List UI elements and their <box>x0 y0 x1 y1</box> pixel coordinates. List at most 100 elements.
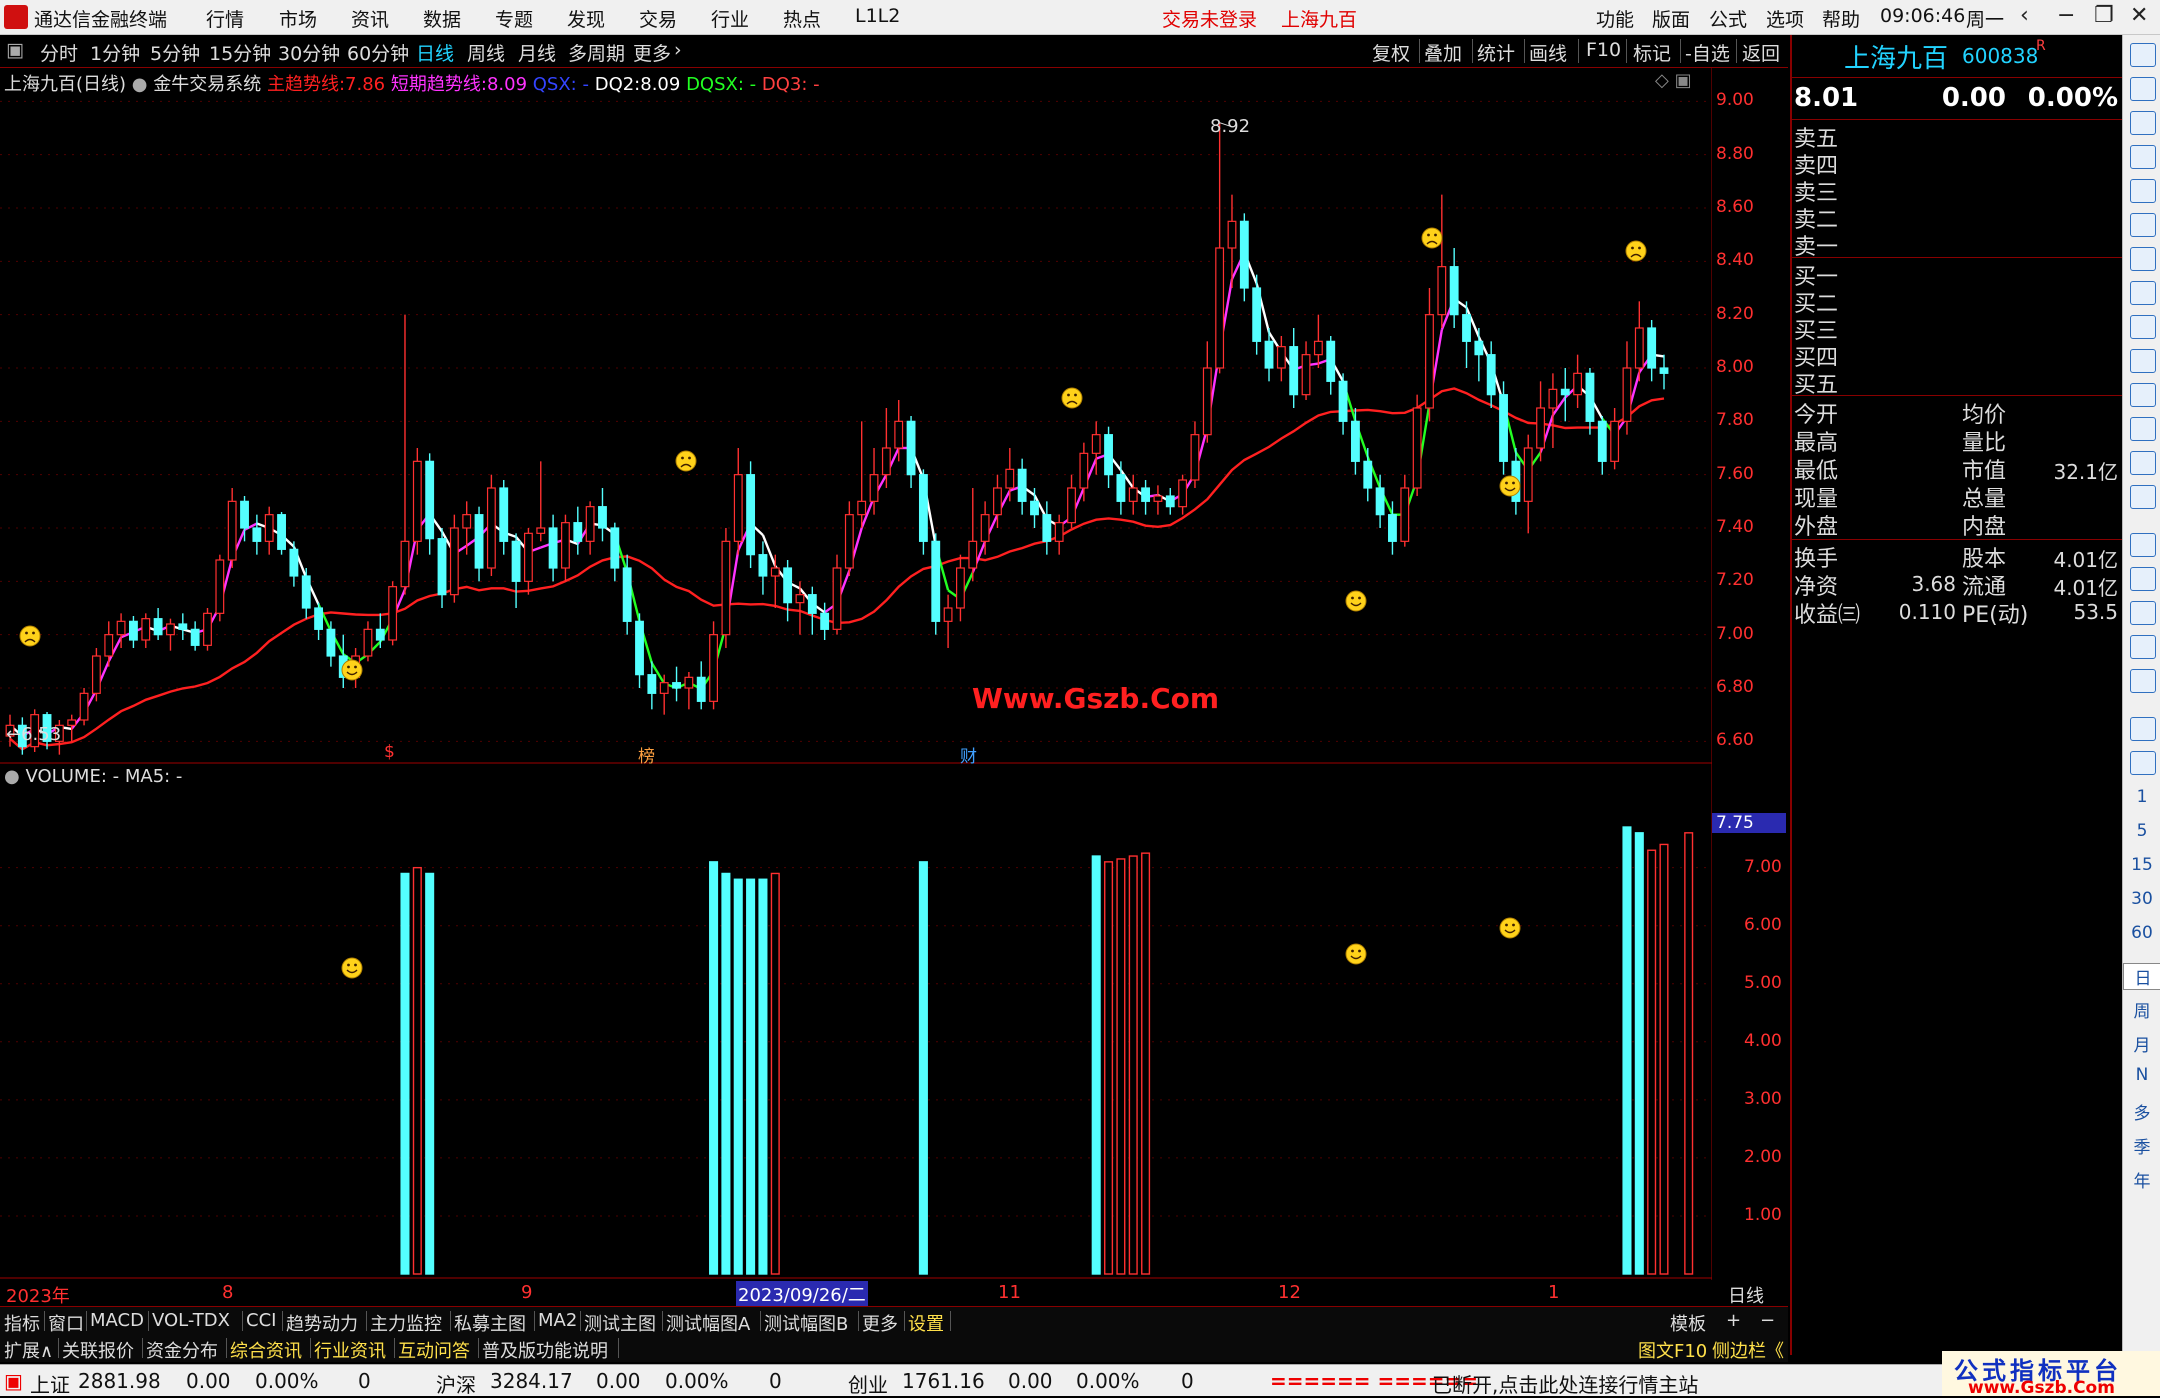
trade-login-status[interactable]: 交易未登录 <box>1162 5 1257 32</box>
formula-dropdown-icon[interactable]: ● <box>132 74 148 95</box>
close-icon[interactable]: ✕ <box>2130 3 2148 28</box>
f10-icon[interactable] <box>2130 315 2156 339</box>
side-period-5[interactable]: 5 <box>2123 821 2160 841</box>
event-cai-marker[interactable]: 财 <box>960 742 977 767</box>
side-tab[interactable]: 图文F10 <box>1638 1337 1707 1363</box>
indicator-tab[interactable]: 窗口 <box>48 1310 84 1336</box>
signal-smiley-icon[interactable] <box>1421 227 1443 249</box>
bell-icon[interactable] <box>2130 601 2156 625</box>
report-icon[interactable] <box>2130 349 2156 373</box>
period-tab[interactable]: 分时 <box>40 39 78 66</box>
signal-smiley-icon[interactable] <box>1625 240 1647 262</box>
formula-name[interactable]: 金牛交易系统 <box>153 74 261 95</box>
menu-item[interactable]: 选项 <box>1766 5 1804 32</box>
side-period-30[interactable]: 30 <box>2123 889 2160 909</box>
toolbar-action[interactable]: 标记 <box>1633 39 1671 66</box>
side-period-1[interactable]: 1 <box>2123 787 2160 807</box>
toolbar-action[interactable]: F10 <box>1586 39 1621 61</box>
move-icon[interactable] <box>2130 635 2156 659</box>
menu-item[interactable]: 公式 <box>1709 5 1747 32</box>
extension-tab[interactable]: 扩展∧ <box>4 1337 53 1363</box>
chart-settings-icon[interactable]: ◇ ▣ <box>1655 70 1692 91</box>
indicator-tab[interactable]: 更多 <box>862 1310 898 1336</box>
period-tab-more[interactable]: 更多 <box>633 39 671 66</box>
toolbar-action[interactable]: 返回 <box>1742 39 1780 66</box>
extension-tab[interactable]: 普及版功能说明 <box>482 1337 608 1363</box>
template-control[interactable]: − <box>1760 1310 1775 1331</box>
template-control[interactable]: + <box>1726 1310 1741 1331</box>
side-period-n[interactable]: N <box>2123 1065 2160 1085</box>
extension-tab[interactable]: 互动问答 <box>398 1337 470 1363</box>
menu-item[interactable]: 版面 <box>1652 5 1690 32</box>
extension-tab[interactable]: 综合资讯 <box>230 1337 302 1363</box>
signal-smiley-icon[interactable] <box>1345 943 1367 965</box>
extension-tab[interactable]: 关联报价 <box>62 1337 134 1363</box>
side-period-15[interactable]: 15 <box>2123 855 2160 875</box>
minimize-icon[interactable]: − <box>2057 3 2075 28</box>
kline-icon[interactable] <box>2130 247 2156 271</box>
menu-item[interactable]: 帮助 <box>1822 5 1860 32</box>
compare-icon[interactable] <box>2130 451 2156 475</box>
indicator-tab[interactable]: 测试幅图B <box>764 1310 848 1336</box>
volume-dropdown-icon[interactable]: ● <box>4 766 20 787</box>
index-name[interactable]: 上证 <box>30 1369 70 1398</box>
toolbar-action[interactable]: 复权 <box>1372 39 1410 66</box>
refresh-icon[interactable] <box>2130 751 2156 775</box>
index-name[interactable]: 创业 <box>848 1369 888 1398</box>
template-control[interactable]: 模板 <box>1670 1310 1706 1336</box>
quote-icon[interactable] <box>2130 145 2156 169</box>
indicator-tab[interactable]: MACD <box>90 1310 144 1331</box>
side-period-week[interactable]: 周 <box>2123 997 2160 1022</box>
menu-item[interactable]: 交易 <box>639 5 677 32</box>
period-tab[interactable]: 多周期 <box>568 39 625 66</box>
menu-item[interactable]: 行情 <box>206 5 244 32</box>
rsi-icon[interactable] <box>2130 567 2156 591</box>
signal-smiley-icon[interactable] <box>341 957 363 979</box>
menu-item[interactable]: 发现 <box>567 5 605 32</box>
menu-item[interactable]: 数据 <box>423 5 461 32</box>
line-chart-icon[interactable] <box>2130 213 2156 237</box>
side-period-multi[interactable]: 多 <box>2123 1099 2160 1124</box>
menu-item[interactable]: 市场 <box>279 5 317 32</box>
event-dollar-marker[interactable]: $ <box>384 742 395 762</box>
signal-smiley-icon[interactable] <box>341 659 363 681</box>
wave-icon[interactable] <box>2130 533 2156 557</box>
indicator-tab[interactable]: CCI <box>246 1310 276 1331</box>
side-period-quarter[interactable]: 季 <box>2123 1133 2160 1158</box>
news-icon[interactable] <box>2130 281 2156 305</box>
indicator-tab[interactable]: VOL-TDX <box>152 1310 230 1331</box>
back-icon[interactable]: ‹ <box>2020 3 2029 28</box>
pencil-icon[interactable] <box>2130 669 2156 693</box>
period-tab-selected[interactable]: 日线 <box>416 39 454 66</box>
index-name[interactable]: 沪深 <box>436 1369 476 1398</box>
event-bang-marker[interactable]: 榜 <box>638 742 655 767</box>
up-arrow-icon[interactable] <box>2130 77 2156 101</box>
toolbar-action[interactable]: 统计 <box>1477 39 1515 66</box>
side-period-month[interactable]: 月 <box>2123 1031 2160 1056</box>
menu-item[interactable]: 行业 <box>711 5 749 32</box>
side-period-60[interactable]: 60 <box>2123 923 2160 943</box>
down-arrow-icon[interactable] <box>2130 111 2156 135</box>
clock-icon[interactable] <box>2130 485 2156 509</box>
signal-smiley-icon[interactable] <box>1499 475 1521 497</box>
indicator-tab[interactable]: 私募主图 <box>454 1310 526 1336</box>
side-period-year[interactable]: 年 <box>2123 1167 2160 1192</box>
indicator-tab[interactable]: 趋势动力 <box>286 1310 358 1336</box>
restore-icon[interactable]: ❐ <box>2094 3 2114 28</box>
indicator-tab[interactable]: MA2 <box>538 1310 577 1331</box>
signal-smiley-icon[interactable] <box>1499 917 1521 939</box>
chevron-right-icon[interactable]: › <box>674 39 682 61</box>
kline-chart-svg[interactable] <box>0 68 1712 1280</box>
period-tab[interactable]: 30分钟 <box>278 39 340 66</box>
collapse-icon[interactable] <box>2130 43 2156 67</box>
toolbar-action[interactable]: 画线 <box>1529 39 1567 66</box>
toolbar-action[interactable]: -自选 <box>1685 39 1730 66</box>
menu-item[interactable]: 资讯 <box>351 5 389 32</box>
signal-smiley-icon[interactable] <box>19 625 41 647</box>
connection-message[interactable]: 已断开,点击此处连接行情主站 <box>1432 1369 1698 1398</box>
toolbar-action[interactable]: 叠加 <box>1424 39 1462 66</box>
period-tab[interactable]: 5分钟 <box>150 39 200 66</box>
period-tab[interactable]: 周线 <box>467 39 505 66</box>
signal-smiley-icon[interactable] <box>1061 387 1083 409</box>
side-tab[interactable]: 侧边栏《 <box>1712 1337 1784 1363</box>
